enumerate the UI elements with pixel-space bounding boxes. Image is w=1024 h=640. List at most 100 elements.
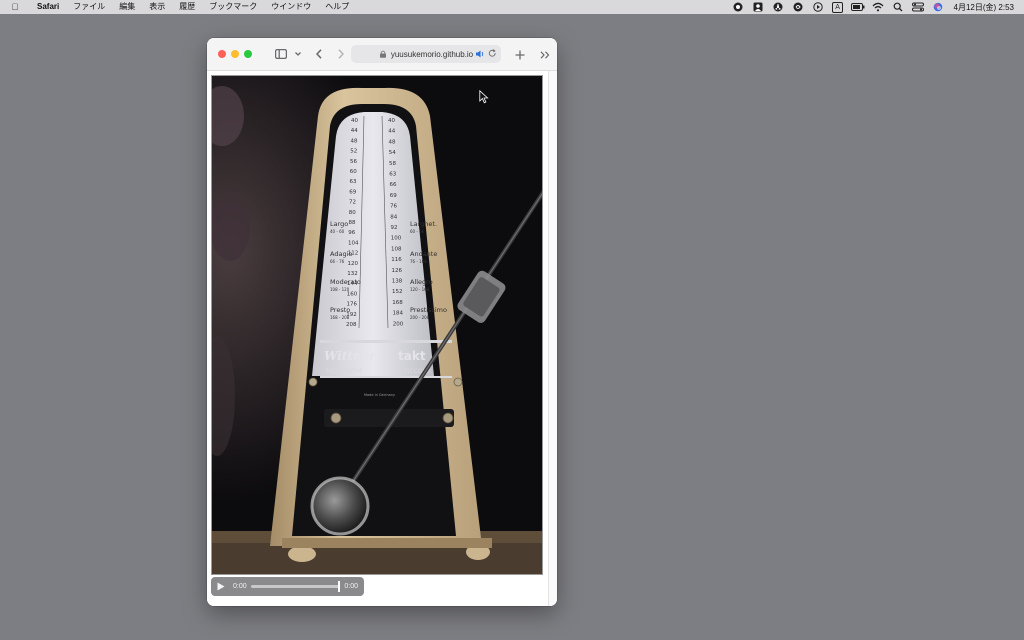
menu-app-safari[interactable]: Safari xyxy=(30,0,66,14)
tempo-range-left: 168 - 208 xyxy=(330,315,350,320)
tempo-tick-right: 69 xyxy=(390,193,397,199)
tempo-tick-left: 60 xyxy=(350,169,357,175)
input-method-icon[interactable]: A xyxy=(828,0,848,14)
forward-button[interactable] xyxy=(336,44,346,64)
tempo-tick-right: 184 xyxy=(393,311,404,317)
tempo-tick-right: 66 xyxy=(390,182,397,188)
tempo-tick-left: 40 xyxy=(351,118,358,124)
sidebar-toggle-icon[interactable] xyxy=(274,44,288,64)
menu-bookmarks[interactable]: ブックマーク xyxy=(202,0,264,14)
tempo-tick-right: 168 xyxy=(392,300,403,306)
tempo-tick-left: 120 xyxy=(348,261,359,267)
minimize-window-button[interactable] xyxy=(231,50,239,58)
back-button[interactable] xyxy=(314,44,324,64)
safari-window: yuusukemorio.github.io 40 44 48 52 56 60… xyxy=(207,38,557,606)
tempo-tick-left: 160 xyxy=(347,291,358,297)
chevron-down-icon[interactable] xyxy=(294,44,302,64)
audio-controls: 0:00 0:00 xyxy=(211,577,364,596)
menu-file[interactable]: ファイル xyxy=(66,0,112,14)
tempo-marking-right: Andante xyxy=(410,250,437,258)
duration: 0:00 xyxy=(344,583,358,590)
tempo-range-right: 76 - 108 xyxy=(410,259,427,264)
play-icon xyxy=(217,582,225,591)
tempo-tick-right: 40 xyxy=(388,118,395,124)
browser-toolbar: yuusukemorio.github.io xyxy=(207,38,557,71)
menu-view[interactable]: 表示 xyxy=(142,0,172,14)
user-icon[interactable] xyxy=(748,0,768,14)
tempo-range-right: 60 - 66 xyxy=(410,229,425,234)
tempo-marking-left: Moderato xyxy=(330,278,361,286)
play-button[interactable] xyxy=(217,582,227,592)
tempo-tick-right: 152 xyxy=(392,289,403,295)
more-tabs-icon[interactable] xyxy=(539,45,551,65)
tempo-tick-right: 63 xyxy=(389,172,396,178)
tempo-marking-left: Largo xyxy=(330,220,348,228)
tempo-marking-left: Adagio xyxy=(330,250,352,258)
tempo-tick-right: 84 xyxy=(390,214,397,220)
brand-wittner: Wittner xyxy=(324,349,377,363)
search-icon[interactable] xyxy=(888,0,908,14)
zoom-window-button[interactable] xyxy=(244,50,252,58)
tempo-tick-left: 72 xyxy=(349,200,356,206)
tempo-tick-left: 208 xyxy=(346,322,357,328)
tempo-tick-right: 58 xyxy=(389,161,396,167)
current-time: 0:00 xyxy=(233,583,247,590)
tempo-tick-right: 126 xyxy=(392,268,403,274)
siri-icon[interactable] xyxy=(928,0,948,14)
seek-knob[interactable] xyxy=(338,581,341,592)
tempo-tick-left: 52 xyxy=(350,149,357,155)
seek-slider[interactable] xyxy=(250,581,341,592)
tempo-marking-right: Prestissimo xyxy=(410,306,447,314)
tempo-tick-right: 92 xyxy=(391,225,398,231)
brand-metronom: METRONOM xyxy=(326,368,362,375)
record-icon[interactable] xyxy=(728,0,748,14)
menu-edit[interactable]: 編集 xyxy=(112,0,142,14)
tempo-tick-left: 104 xyxy=(348,240,359,246)
url-text: yuusukemorio.github.io xyxy=(390,49,474,59)
tempo-marking-left: Presto xyxy=(330,306,350,314)
metronome-video-frame: 4044485256606369728088961041121201321441… xyxy=(212,76,542,574)
page-scrollbar[interactable] xyxy=(548,71,557,606)
tempo-range-left: 40 - 60 xyxy=(330,229,345,234)
control-center-icon[interactable] xyxy=(908,0,928,14)
apple-menu-icon[interactable]:  xyxy=(0,2,30,12)
tempo-tick-right: 48 xyxy=(389,139,396,145)
reload-icon[interactable] xyxy=(488,49,497,58)
window-controls xyxy=(218,50,252,58)
tempo-tick-right: 54 xyxy=(389,150,396,156)
tempo-range-right: 200 - 208 xyxy=(410,315,430,320)
tempo-tick-left: 69 xyxy=(349,189,356,195)
made-in-label: Made in Germany xyxy=(364,393,395,397)
address-bar[interactable]: yuusukemorio.github.io xyxy=(351,45,501,63)
menu-help[interactable]: ヘルプ xyxy=(318,0,356,14)
video-player[interactable]: 40 44 48 52 56 60 63 69 72 80 88 96 104 112 120 132 144 1… xyxy=(211,75,543,575)
input-method-label: A xyxy=(832,1,843,13)
tempo-tick-right: 108 xyxy=(391,246,402,252)
brand-taktell: takt xyxy=(398,349,426,363)
radiation-icon[interactable] xyxy=(768,0,788,14)
tempo-tick-right: 200 xyxy=(393,321,404,327)
tempo-tick-left: 96 xyxy=(348,230,355,236)
tempo-tick-left: 132 xyxy=(347,271,358,277)
close-window-button[interactable] xyxy=(218,50,226,58)
lock-icon xyxy=(379,50,386,58)
tempo-tick-left: 63 xyxy=(350,179,357,185)
wifi-icon[interactable] xyxy=(868,0,888,14)
tempo-tick-left: 56 xyxy=(350,159,357,165)
play-circle-icon[interactable] xyxy=(808,0,828,14)
dial-icon[interactable] xyxy=(788,0,808,14)
menu-history[interactable]: 履歴 xyxy=(172,0,202,14)
audio-playing-icon[interactable] xyxy=(475,49,485,59)
tempo-tick-left: 44 xyxy=(351,128,358,134)
tempo-range-left: 66 - 76 xyxy=(330,259,345,264)
tempo-tick-left: 88 xyxy=(349,220,356,226)
menu-clock[interactable]: 4月12日(金) 2:53 xyxy=(948,2,1014,13)
tempo-marking-right: Allegro xyxy=(410,278,433,286)
mouse-cursor-icon xyxy=(479,90,489,104)
new-tab-button[interactable] xyxy=(514,45,526,65)
page-content: 40 44 48 52 56 60 63 69 72 80 88 96 104 112 120 132 144 1… xyxy=(207,71,557,606)
battery-icon[interactable] xyxy=(848,0,868,14)
menu-window[interactable]: ウインドウ xyxy=(264,0,318,14)
tempo-tick-left: 48 xyxy=(351,138,358,144)
tempo-marking-right: Larghet. xyxy=(410,220,437,228)
